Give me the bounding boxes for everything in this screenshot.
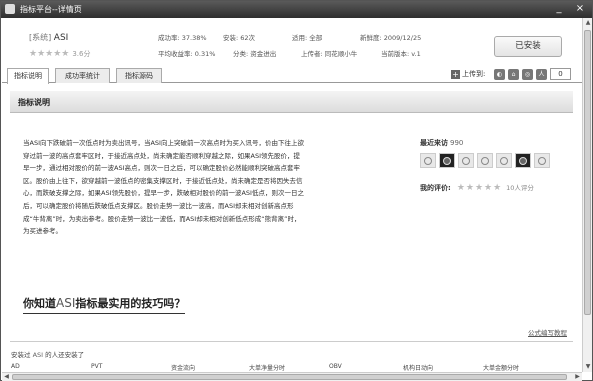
formula-tutorial-link[interactable]: 公式编写教程 <box>528 327 567 337</box>
scroll-left-icon[interactable]: ◀ <box>2 373 11 381</box>
tips-heading[interactable]: 你知道ASI指标最实用的技巧吗？ <box>23 295 186 314</box>
install-count: 安装: 62次 <box>223 34 256 42</box>
avatar[interactable] <box>477 153 493 168</box>
vertical-scrollbar[interactable]: ▲ ▼ <box>582 18 592 372</box>
scroll-up-icon[interactable]: ▲ <box>583 18 593 28</box>
minimize-button[interactable]: _ <box>550 2 568 17</box>
uploader: 上传者: 同花顺小牛 <box>301 50 358 58</box>
applies-to: 适用: 全部 <box>292 34 323 42</box>
tab-source-code[interactable]: 指标源码 <box>116 68 162 83</box>
vertical-scroll-thumb[interactable] <box>584 30 591 315</box>
related-indicators: AD PVT 资金流向 大单净量分时 OBV 机构日动向 大单金额分时 <box>11 363 571 372</box>
rating-stars: ★★★★★ <box>29 49 70 59</box>
install-button[interactable]: 已安装 <box>494 36 562 57</box>
horizontal-scrollbar[interactable]: ◀ ▶ <box>2 372 582 381</box>
avatar[interactable] <box>496 153 512 168</box>
window-title: 指标平台--详情页 <box>20 5 82 14</box>
scroll-right-icon[interactable]: ▶ <box>573 373 582 381</box>
related-indicator[interactable]: 机构日动向 <box>403 363 433 372</box>
detail-window: 指标平台--详情页 _ × [系统] ASI ★★★★★ 3.6分 成功率: 37… <box>0 0 593 381</box>
related-indicator[interactable]: AD <box>11 363 20 370</box>
indicator-header: [系统] ASI ★★★★★ 3.6分 成功率: 37.38% 安装: 62次 适… <box>2 18 582 66</box>
recent-visitors-label: 最近来访 990 <box>420 139 464 147</box>
section-header: 指标说明 <box>10 91 573 113</box>
scroll-down-icon[interactable]: ▼ <box>583 362 593 372</box>
avatar[interactable] <box>515 153 531 168</box>
win-rate: 成功率: 37.38% <box>158 34 207 42</box>
share-count: 0 <box>550 68 571 80</box>
divider <box>10 341 573 342</box>
avatar[interactable] <box>420 153 436 168</box>
indicator-rating: ★★★★★ 3.6分 <box>29 49 90 59</box>
avatar[interactable] <box>534 153 550 168</box>
tab-bar: 指标说明 成功率统计 指标源码 + 上传到: ◐ ⌂ ◎ 人 0 <box>2 66 582 84</box>
my-rating-stars[interactable]: ★★★★★ <box>457 183 502 193</box>
related-indicator[interactable]: PVT <box>91 363 102 370</box>
section-title: 指标说明 <box>18 98 50 107</box>
app-icon <box>5 4 15 14</box>
indicator-name: [系统] ASI <box>29 32 68 43</box>
avg-return: 平均收益率: 0.31% <box>158 50 216 58</box>
recent-visitors-count: 990 <box>450 139 464 147</box>
current-version: 当前版本: v.1 <box>381 50 421 58</box>
close-button[interactable]: × <box>571 2 589 17</box>
share-home-icon[interactable]: ⌂ <box>508 69 519 80</box>
tab-success-stats[interactable]: 成功率统计 <box>55 68 110 83</box>
plus-icon[interactable]: + <box>451 69 460 79</box>
upload-label: 上传到: <box>462 70 486 78</box>
share-circle-icon[interactable]: ◎ <box>522 69 533 80</box>
rating-count: 10人评分 <box>506 184 534 192</box>
related-indicator[interactable]: 资金流向 <box>171 363 195 372</box>
avatar[interactable] <box>458 153 474 168</box>
my-rating-label: 我的评价: <box>420 184 451 192</box>
category: 分类: 资金进出 <box>233 50 277 58</box>
my-rating: 我的评价: ★★★★★ 10人评分 <box>420 182 534 193</box>
avatar[interactable] <box>439 153 455 168</box>
upload-to: + 上传到: <box>451 69 485 81</box>
related-indicator[interactable]: OBV <box>329 363 342 370</box>
tab-description[interactable]: 指标说明 <box>7 68 49 84</box>
related-indicator[interactable]: 大单金额分时 <box>483 363 519 372</box>
horizontal-scroll-thumb[interactable] <box>12 374 567 380</box>
rating-score: 3.6分 <box>72 50 91 58</box>
share-person-icon[interactable]: 人 <box>536 69 547 80</box>
system-tag: [系统] <box>29 33 52 42</box>
also-installed-label: 安装过 ASI 的人还安装了 <box>11 351 85 359</box>
indicator-description: 当ASI向下跌破前一次低点时为卖出讯号，当ASI向上突破前一次高点时为买入讯号，… <box>23 139 304 236</box>
freshness: 新鲜度: 2009/12/25 <box>360 34 422 42</box>
related-indicator[interactable]: 大单净量分时 <box>249 363 285 372</box>
title-bar: 指标平台--详情页 _ × <box>1 1 592 18</box>
indicator-title: ASI <box>53 33 69 43</box>
share-weibo-icon[interactable]: ◐ <box>494 69 505 80</box>
